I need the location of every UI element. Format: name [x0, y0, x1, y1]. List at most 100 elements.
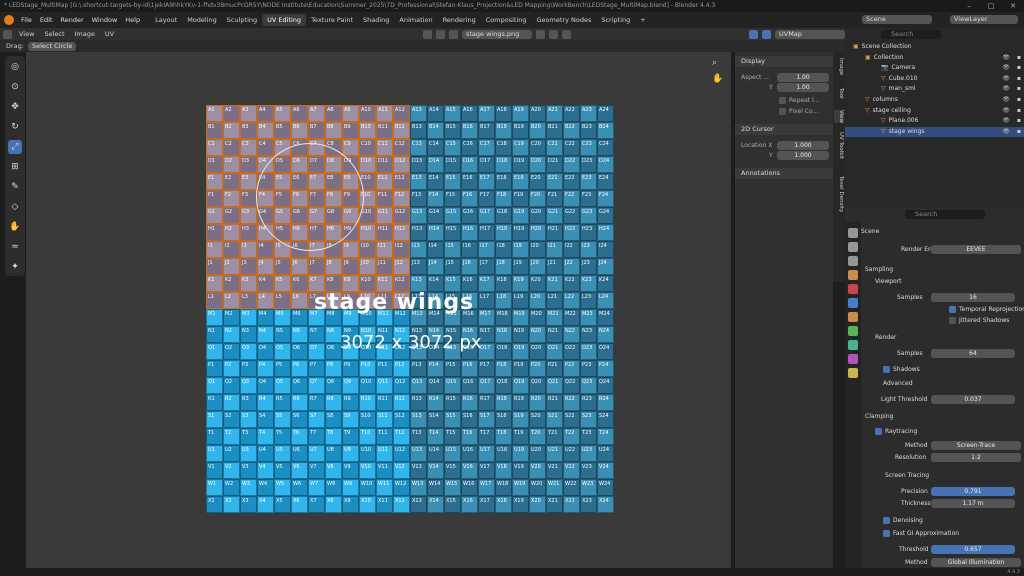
visibility-eye-icon[interactable]: 👁	[1002, 95, 1010, 105]
uv-map-selector[interactable]: UVMap	[775, 29, 845, 39]
viewport-samples-value[interactable]: 16	[931, 293, 1015, 302]
outliner-row-camera[interactable]: 📷 Camera 👁 ▪	[845, 63, 1024, 73]
shadows-header[interactable]: Shadows	[861, 364, 1024, 375]
properties-tab-icon[interactable]	[848, 298, 858, 308]
display-panel-header[interactable]: Display	[735, 56, 833, 67]
properties-tab-icon[interactable]	[848, 284, 858, 294]
2d-cursor-panel-header[interactable]: 2D Cursor	[735, 124, 833, 135]
tab-tool[interactable]: Tool	[834, 88, 844, 99]
threshold-value[interactable]: 0.657	[931, 545, 1015, 554]
render-samples-value[interactable]: 64	[931, 349, 1015, 358]
render-camera-icon[interactable]: ▪	[1017, 53, 1021, 63]
pivot-icon[interactable]	[423, 29, 432, 39]
checkbox-checked-icon[interactable]	[883, 517, 890, 524]
temporal-reprojection-checkbox[interactable]: Temporal Reprojection	[861, 304, 1024, 315]
workspace-tab-compositing[interactable]: Compositing	[481, 14, 532, 26]
editor-type-icon[interactable]	[3, 29, 12, 39]
gi-method-value[interactable]: Global Illumination	[931, 558, 1021, 567]
properties-tab-icon[interactable]	[848, 242, 858, 252]
jittered-shadows-checkbox[interactable]: Jittered Shadows	[861, 315, 1024, 326]
outliner-row-stage-ceiling[interactable]: ▽ stage ceiling 👁 ▪	[845, 106, 1024, 116]
render-camera-icon[interactable]: ▪	[1017, 127, 1021, 137]
proportional-icon[interactable]	[449, 29, 458, 39]
workspace-tab-layout[interactable]: Layout	[150, 14, 182, 26]
visibility-eye-icon[interactable]: 👁	[1002, 63, 1010, 73]
visibility-eye-icon[interactable]: 👁	[1002, 84, 1010, 94]
grab-tool-icon[interactable]: ✋	[8, 220, 22, 234]
pixel-coords-checkbox[interactable]: Pixel Co...	[789, 108, 818, 115]
properties-tab-icon[interactable]	[848, 354, 858, 364]
maximize-icon[interactable]: □	[980, 0, 1002, 12]
visibility-eye-icon[interactable]: 👁	[1002, 127, 1010, 137]
raytracing-header[interactable]: Raytracing	[861, 426, 1024, 437]
tab-view[interactable]: View	[834, 110, 844, 124]
properties-search[interactable]: Search	[905, 210, 985, 219]
tab-uv-toolkit[interactable]: UV Toolkit	[834, 132, 844, 159]
workspace-tab-scripting[interactable]: Scripting	[596, 14, 635, 26]
properties-tab-icon[interactable]	[848, 256, 858, 266]
menu-help[interactable]: Help	[121, 16, 144, 24]
sync-icon[interactable]	[436, 29, 445, 39]
clamping-header[interactable]: Clamping	[861, 411, 1024, 422]
render-engine-value[interactable]: EEVEE	[931, 245, 1021, 254]
sampling-header[interactable]: Sampling	[861, 264, 1024, 275]
checkbox-checked-icon[interactable]	[875, 428, 882, 435]
workspace-tab-sculpting[interactable]: Sculpting	[222, 14, 262, 26]
aspect-x-field[interactable]: 1.00	[777, 73, 829, 82]
rotate-tool-icon[interactable]: ↻	[8, 120, 22, 134]
repeat-image-checkbox[interactable]: Repeat I...	[789, 97, 820, 104]
workspace-tab-animation[interactable]: Animation	[394, 14, 437, 26]
render-camera-icon[interactable]: ▪	[1017, 63, 1021, 73]
workspace-tab--[interactable]: +	[635, 14, 650, 26]
render-header[interactable]: Render	[861, 332, 1024, 343]
denoising-header[interactable]: Denoising	[861, 515, 1024, 526]
outliner-row-cube-010[interactable]: ▽ Cube.010 👁 ▪	[845, 74, 1024, 84]
checkbox-checked-icon[interactable]	[883, 530, 890, 537]
checkbox-unchecked-icon[interactable]	[949, 317, 956, 324]
uv-menu-view[interactable]: View	[16, 30, 37, 38]
render-camera-icon[interactable]: ▪	[1017, 116, 1021, 126]
menu-window[interactable]: Window	[88, 16, 122, 24]
workspace-tab-modeling[interactable]: Modeling	[182, 14, 222, 26]
visibility-eye-icon[interactable]: 👁	[1002, 53, 1010, 63]
tab-image[interactable]: Image	[834, 58, 844, 75]
blender-logo-icon[interactable]	[4, 15, 14, 25]
aspect-y-field[interactable]: 1.00	[777, 83, 829, 92]
annotations-panel-header[interactable]: Annotations	[735, 168, 833, 179]
select-tool-icon[interactable]: ⊙	[8, 80, 22, 94]
uv-menu-select[interactable]: Select	[41, 30, 67, 38]
properties-tab-icon[interactable]	[848, 326, 858, 336]
outliner-row-collection[interactable]: ▣ Collection 👁 ▪	[845, 53, 1024, 63]
fast-gi-header[interactable]: Fast GI Approximation	[861, 528, 1024, 539]
method-value[interactable]: Screen-Trace	[931, 441, 1021, 450]
annotate-tool-icon[interactable]: ✎	[8, 180, 22, 194]
visibility-eye-icon[interactable]: 👁	[1002, 106, 1010, 116]
properties-tab-icon[interactable]	[848, 340, 858, 350]
workspace-tab-texture-paint[interactable]: Texture Paint	[306, 14, 358, 26]
minimize-icon[interactable]: –	[958, 0, 980, 12]
transform-tool-icon[interactable]: ⊞	[8, 160, 22, 174]
outliner-row-plane-006[interactable]: ▽ Plane.006 👁 ▪	[845, 116, 1024, 126]
tab-texel-density[interactable]: Texel Density	[834, 176, 844, 212]
checkbox-checked-icon[interactable]	[883, 366, 890, 373]
image-selector[interactable]: stage wings.png	[462, 29, 532, 39]
relax-tool-icon[interactable]: ≈	[8, 240, 22, 254]
outliner-row-man-sml[interactable]: ▽ man_sml 👁 ▪	[845, 84, 1024, 94]
outliner-row-scene-collection[interactable]: ▣ Scene Collection	[845, 42, 1024, 52]
close-icon[interactable]: ✕	[1002, 0, 1024, 12]
light-threshold-value[interactable]: 0.037	[931, 395, 1015, 404]
open-image-icon[interactable]	[549, 29, 558, 39]
uv-menu-uv[interactable]: UV	[102, 30, 117, 38]
properties-tab-icon[interactable]	[848, 312, 858, 322]
workspace-tab-shading[interactable]: Shading	[358, 14, 394, 26]
uv-menu-image[interactable]: Image	[72, 30, 98, 38]
gizmo-icon[interactable]	[749, 29, 758, 39]
drag-select-dropdown[interactable]: Select Circle	[27, 41, 77, 51]
resolution-value[interactable]: 1:2	[931, 453, 1021, 462]
render-camera-icon[interactable]: ▪	[1017, 84, 1021, 94]
thickness-value[interactable]: 1.17 m	[931, 499, 1015, 508]
move-tool-icon[interactable]: ✥	[8, 100, 22, 114]
render-camera-icon[interactable]: ▪	[1017, 74, 1021, 84]
workspace-tab-geometry-nodes[interactable]: Geometry Nodes	[532, 14, 597, 26]
menu-file[interactable]: File	[17, 16, 36, 24]
